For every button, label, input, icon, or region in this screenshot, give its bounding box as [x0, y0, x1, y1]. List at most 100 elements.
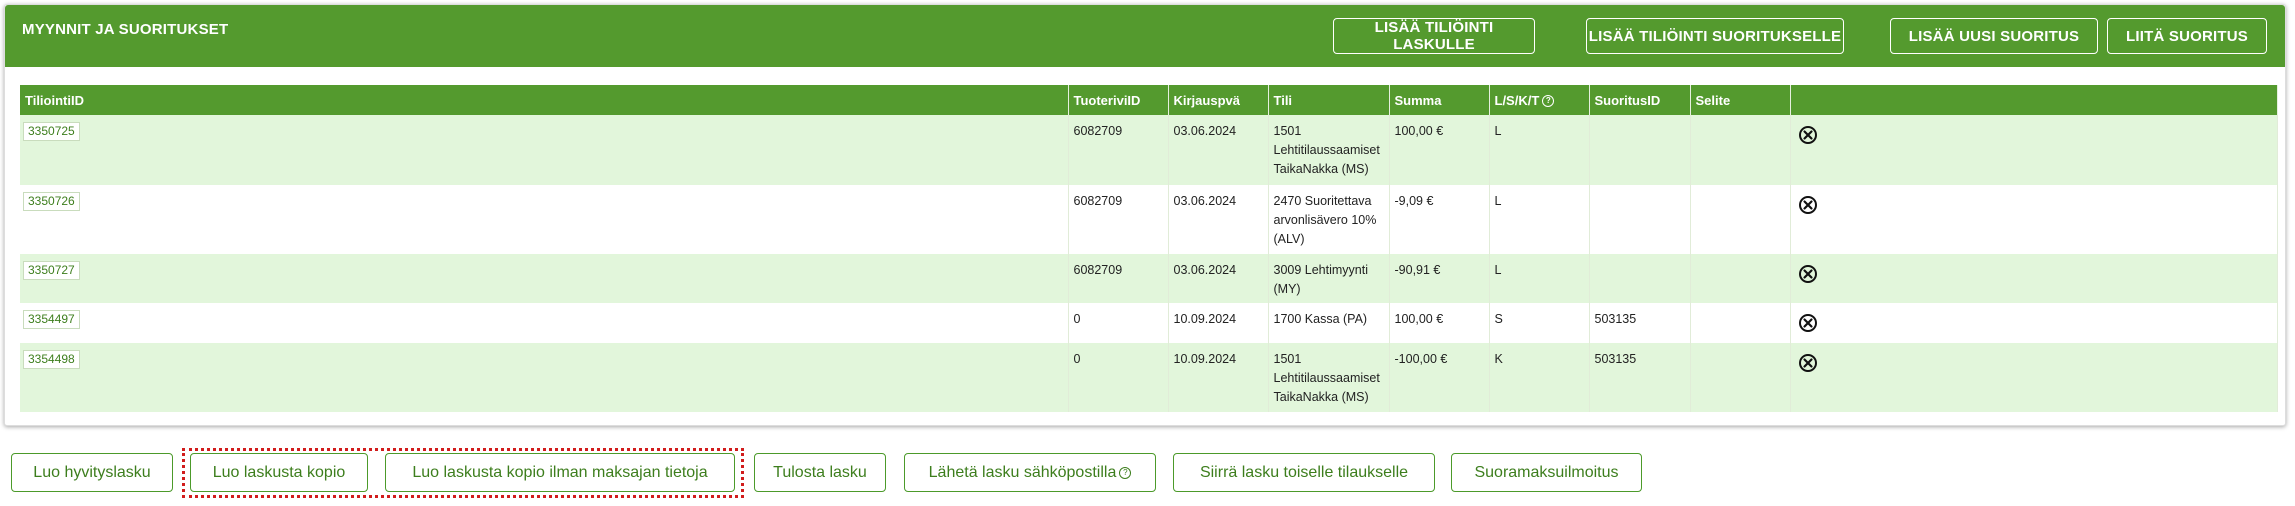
attach-payment-button[interactable]: LIITÄ SUORITUS [2107, 18, 2267, 54]
cell-tiliointiid: 3350726 [20, 185, 1069, 254]
email-invoice-button[interactable]: Lähetä lasku sähköpostilla? [904, 453, 1156, 492]
cell-lskt: S [1489, 303, 1590, 343]
account-line: (ALV) [1273, 232, 1305, 246]
question-circle-icon[interactable]: ? [1542, 95, 1555, 108]
panel-title: MYYNNIT JA SUORITUKSET [22, 21, 229, 38]
entries-table: TiliointiID TuoteriviID Kirjauspvä Tili … [20, 85, 2278, 412]
cell-tiliointiid: 3354497 [20, 303, 1069, 343]
cell-selite [1690, 343, 1791, 412]
cell-summa: -90,91 € [1389, 254, 1490, 303]
account-line: 2470 Suoritettava [1273, 194, 1372, 208]
table-row: 3354497 0 10.09.2024 1700 Kassa (PA) 100,00 … [20, 303, 2278, 343]
cell-selite [1690, 303, 1791, 343]
cell-tuoteriviid: 6082709 [1068, 254, 1169, 303]
entry-id-link[interactable]: 3354497 [23, 310, 80, 329]
cell-actions [1790, 254, 2278, 303]
cell-actions [1790, 185, 2278, 254]
cell-tiliointiid: 3354498 [20, 343, 1069, 412]
col-header-tuoteriviid[interactable]: TuoteriviID [1068, 85, 1169, 115]
account-line: TaikaNakka (MS) [1273, 390, 1369, 404]
cell-kirjauspva: 03.06.2024 [1168, 185, 1269, 254]
create-credit-invoice-button[interactable]: Luo hyvityslasku [11, 453, 173, 492]
copy-invoice-without-payer-button[interactable]: Luo laskusta kopio ilman maksajan tietoj… [385, 453, 735, 492]
entry-id-link[interactable]: 3354498 [23, 350, 80, 369]
cell-tili: 1501 Lehtitilaussaamiset TaikaNakka (MS) [1268, 115, 1390, 185]
cell-tili: 1501 Lehtitilaussaamiset TaikaNakka (MS) [1268, 343, 1390, 412]
entries-table-wrapper: TiliointiID TuoteriviID Kirjauspvä Tili … [20, 85, 2278, 418]
cell-lskt: L [1489, 254, 1590, 303]
account-line: 1501 [1273, 124, 1302, 138]
cell-tiliointiid: 3350725 [20, 115, 1069, 185]
account-line: 1700 Kassa (PA) [1273, 312, 1368, 326]
col-header-tili[interactable]: Tili [1268, 85, 1390, 115]
cell-summa: -100,00 € [1389, 343, 1490, 412]
table-row: 3350727 6082709 03.06.2024 3009 Lehtimyynti… [20, 254, 2278, 303]
delete-entry-icon[interactable] [1798, 313, 1818, 333]
cell-summa: -9,09 € [1389, 185, 1490, 254]
print-invoice-button[interactable]: Tulosta lasku [754, 453, 886, 492]
panel-header: MYYNNIT JA SUORITUKSET LISÄÄ TILIÖINTI L… [5, 5, 2285, 67]
cell-selite [1690, 115, 1791, 185]
table-row: 3350725 6082709 03.06.2024 1501 Lehtitilauss… [20, 115, 2278, 185]
col-header-summa[interactable]: Summa [1389, 85, 1490, 115]
move-invoice-button[interactable]: Siirrä lasku toiselle tilaukselle [1173, 453, 1435, 492]
cell-tili: 2470 Suoritettava arvonlisävero 10% (ALV) [1268, 185, 1390, 254]
table-row: 3354498 0 10.09.2024 1501 Lehtitilaussaamise… [20, 343, 2278, 412]
direct-payment-notice-button[interactable]: Suoramaksuilmoitus [1451, 453, 1642, 492]
col-header-lskt: L/S/K/T? [1489, 85, 1590, 115]
cell-actions [1790, 303, 2278, 343]
col-header-lskt-label: L/S/K/T [1494, 92, 1540, 108]
col-header-tiliointiid[interactable]: TiliointiID [20, 85, 1069, 115]
cell-actions [1790, 115, 2278, 185]
cell-summa: 100,00 € [1389, 303, 1490, 343]
cell-tuoteriviid: 0 [1068, 343, 1169, 412]
account-line: (MY) [1273, 282, 1301, 296]
cell-tiliointiid: 3350727 [20, 254, 1069, 303]
col-header-kirjauspva[interactable]: Kirjauspvä [1168, 85, 1269, 115]
cell-kirjauspva: 03.06.2024 [1168, 254, 1269, 303]
cell-summa: 100,00 € [1389, 115, 1490, 185]
add-new-payment-button[interactable]: LISÄÄ UUSI SUORITUS [1890, 18, 2098, 54]
cell-tili: 3009 Lehtimyynti (MY) [1268, 254, 1390, 303]
sales-payments-panel: MYYNNIT JA SUORITUKSET LISÄÄ TILIÖINTI L… [4, 4, 2286, 426]
account-line: Lehtitilaussaamiset [1273, 143, 1380, 157]
copy-invoice-button[interactable]: Luo laskusta kopio [190, 453, 368, 492]
cell-selite [1690, 185, 1791, 254]
col-header-suoritusid[interactable]: SuoritusID [1589, 85, 1691, 115]
entry-id-link[interactable]: 3350726 [23, 192, 80, 211]
cell-lskt: K [1489, 343, 1590, 412]
account-line: Lehtitilaussaamiset [1273, 371, 1380, 385]
cell-kirjauspva: 10.09.2024 [1168, 343, 1269, 412]
cell-lskt: L [1489, 185, 1590, 254]
cell-suoritusid [1589, 254, 1691, 303]
cell-suoritusid: 503135 [1589, 343, 1691, 412]
cell-actions [1790, 343, 2278, 412]
cell-suoritusid [1589, 115, 1691, 185]
table-header-row: TiliointiID TuoteriviID Kirjauspvä Tili … [20, 85, 2278, 115]
delete-entry-icon[interactable] [1798, 264, 1818, 284]
delete-entry-icon[interactable] [1798, 125, 1818, 145]
col-header-selite[interactable]: Selite [1690, 85, 1791, 115]
cell-suoritusid: 503135 [1589, 303, 1691, 343]
account-line: 3009 Lehtimyynti [1273, 263, 1369, 277]
account-line: TaikaNakka (MS) [1273, 162, 1369, 176]
cell-tuoteriviid: 6082709 [1068, 115, 1169, 185]
delete-entry-icon[interactable] [1798, 353, 1818, 373]
question-circle-icon[interactable]: ? [1119, 466, 1132, 479]
delete-entry-icon[interactable] [1798, 195, 1818, 215]
table-row: 3350726 6082709 03.06.2024 2470 Suoritettav… [20, 185, 2278, 254]
cell-tili: 1700 Kassa (PA) [1268, 303, 1390, 343]
add-invoice-entry-button[interactable]: LISÄÄ TILIÖINTI LASKULLE [1333, 18, 1535, 54]
cell-selite [1690, 254, 1791, 303]
cell-tuoteriviid: 6082709 [1068, 185, 1169, 254]
cell-tuoteriviid: 0 [1068, 303, 1169, 343]
cell-lskt: L [1489, 115, 1590, 185]
account-line: 1501 [1273, 352, 1302, 366]
entry-id-link[interactable]: 3350725 [23, 122, 80, 141]
col-header-actions [1790, 85, 2278, 115]
email-invoice-label: Lähetä lasku sähköpostilla [928, 463, 1117, 481]
account-line: arvonlisävero 10% [1273, 213, 1377, 227]
cell-suoritusid [1589, 185, 1691, 254]
entry-id-link[interactable]: 3350727 [23, 261, 80, 280]
add-payment-entry-button[interactable]: LISÄÄ TILIÖINTI SUORITUKSELLE [1586, 18, 1844, 54]
